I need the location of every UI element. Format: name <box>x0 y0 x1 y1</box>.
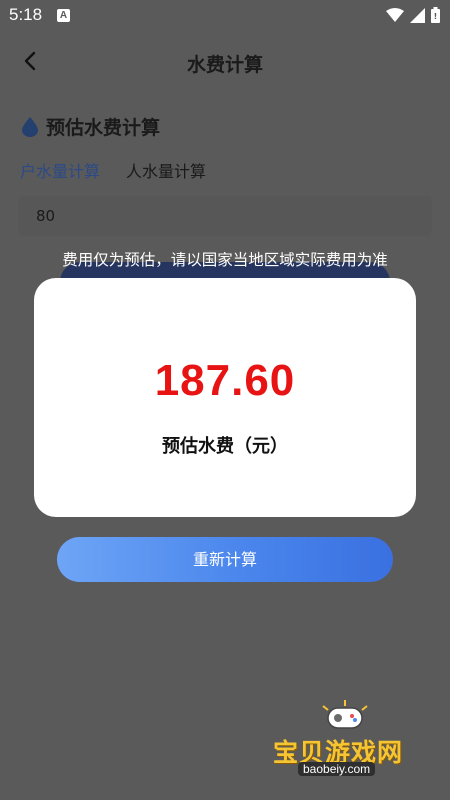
recalculate-button[interactable]: 重新计算 <box>57 537 393 582</box>
status-icons: ! <box>386 7 440 23</box>
water-drop-icon <box>22 116 38 137</box>
app-notification-icon: A <box>57 9 70 22</box>
water-amount-input[interactable] <box>36 204 416 228</box>
section-title: 预估水费计算 <box>46 117 161 139</box>
gamepad-icon <box>322 700 368 729</box>
result-dialog: 187.60 预估水费（元） <box>34 278 416 517</box>
page-title: 水费计算 <box>186 54 263 76</box>
tab-per-person-water[interactable]: 人水量计算 <box>126 158 206 182</box>
section-heading: 预估水费计算 <box>22 113 160 140</box>
watermark-url: baobeiy.com <box>298 762 376 776</box>
result-amount: 187.60 <box>154 356 296 405</box>
svg-text:!: ! <box>434 12 438 21</box>
header: 水费计算 <box>0 32 450 90</box>
water-amount-field-container <box>18 196 432 236</box>
result-label: 预估水费（元） <box>162 436 288 457</box>
disclaimer-text: 费用仅为预估，请以国家当地区域实际费用为准 <box>62 251 388 269</box>
battery-icon: ! <box>431 7 440 23</box>
status-time: 5:18 <box>9 5 43 24</box>
status-bar: 5:18 A ! <box>0 0 450 32</box>
signal-icon <box>410 7 425 23</box>
watermark-logo: 宝贝游戏网 baobeiy.com <box>270 700 425 790</box>
wifi-icon <box>386 8 404 22</box>
tab-household-water[interactable]: 户水量计算 <box>20 158 100 182</box>
tab-bar: 户水量计算 人水量计算 <box>20 158 206 182</box>
